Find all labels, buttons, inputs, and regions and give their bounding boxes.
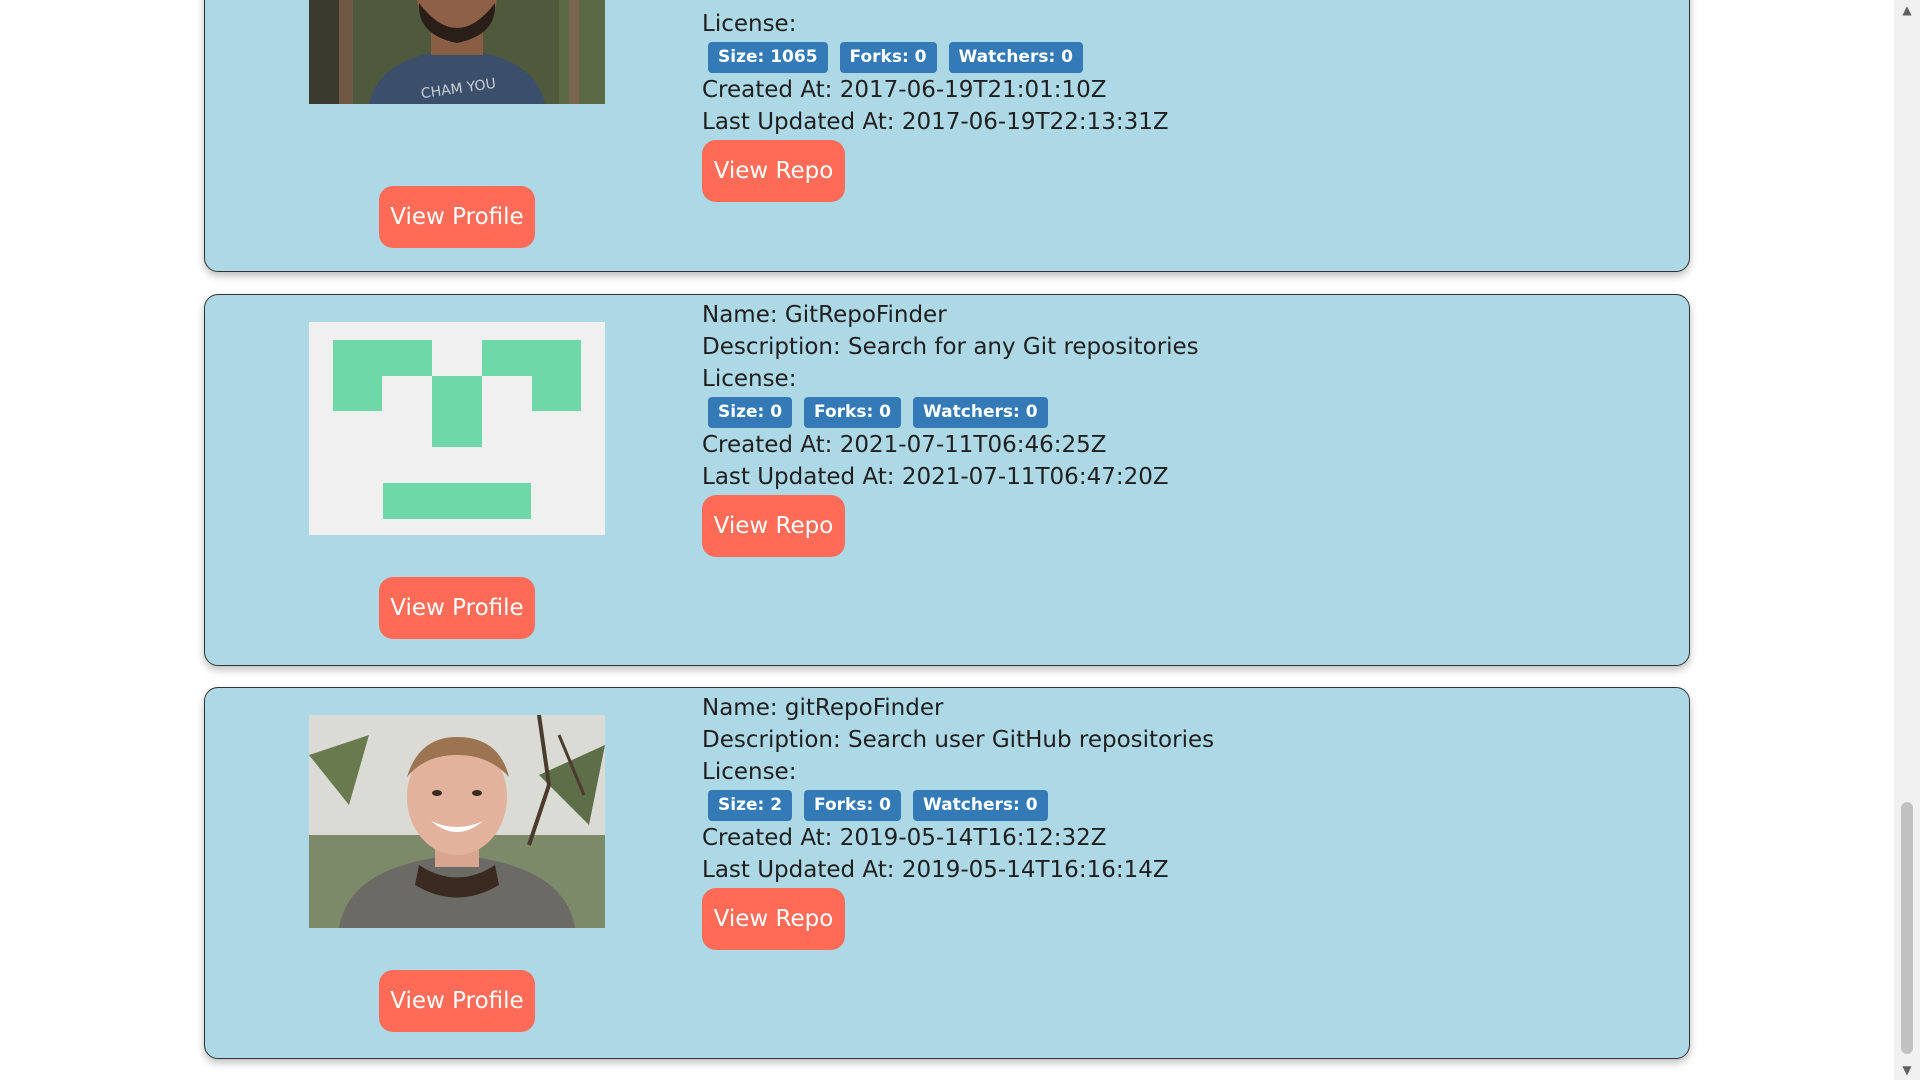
user-avatar xyxy=(309,715,605,928)
repo-info: Name: gitRepoFinder Description: Search … xyxy=(702,692,1602,950)
watchers-badge: Watchers: 0 xyxy=(948,41,1084,73)
repo-stats: Size: 1065 Forks: 0 Watchers: 0 xyxy=(702,41,1602,73)
repo-description: Description: Search for any Git reposito… xyxy=(702,334,1199,360)
size-badge: Size: 2 xyxy=(708,789,793,821)
user-photo-bearded-man-icon: CHAM YOU xyxy=(309,0,605,104)
forks-badge: Forks: 0 xyxy=(804,789,902,821)
size-badge: Size: 0 xyxy=(708,396,793,428)
scrollbar-thumb[interactable] xyxy=(1901,802,1913,1054)
view-profile-button[interactable]: View Profile xyxy=(379,970,535,1032)
page-viewport: CHAM YOU View Profile License: Size: 106… xyxy=(0,0,1920,1080)
repo-created-at: Created At: 2019-05-14T16:12:32Z xyxy=(702,825,1107,851)
watchers-badge: Watchers: 0 xyxy=(913,396,1048,428)
view-profile-button[interactable]: View Profile xyxy=(379,577,535,639)
repo-card: View Profile Name: GitRepoFinder Descrip… xyxy=(204,294,1690,666)
repo-license: License: xyxy=(702,759,797,785)
repo-card: View Profile Name: gitRepoFinder Descrip… xyxy=(204,687,1690,1059)
repo-info: License: Size: 1065 Forks: 0 Watchers: 0… xyxy=(702,8,1602,202)
repo-card: CHAM YOU View Profile License: Size: 106… xyxy=(204,0,1690,272)
vertical-scrollbar[interactable]: ▲ ▼ xyxy=(1894,0,1920,1080)
forks-badge: Forks: 0 xyxy=(804,396,902,428)
repo-stats: Size: 0 Forks: 0 Watchers: 0 xyxy=(702,396,1602,428)
repo-description: Description: Search user GitHub reposito… xyxy=(702,727,1215,753)
repo-info: Name: GitRepoFinder Description: Search … xyxy=(702,299,1602,557)
repo-updated-at: Last Updated At: 2017-06-19T22:13:31Z xyxy=(702,109,1169,135)
watchers-badge: Watchers: 0 xyxy=(913,789,1048,821)
user-photo-smiling-man-icon xyxy=(309,715,605,928)
view-repo-button[interactable]: View Repo xyxy=(702,140,845,202)
repo-created-at: Created At: 2021-07-11T06:46:25Z xyxy=(702,432,1107,458)
repo-updated-at: Last Updated At: 2021-07-11T06:47:20Z xyxy=(702,464,1169,490)
view-repo-button[interactable]: View Repo xyxy=(702,495,845,557)
repo-name: Name: gitRepoFinder xyxy=(702,695,944,721)
repo-license: License: xyxy=(702,11,797,37)
user-avatar: CHAM YOU xyxy=(309,0,605,104)
identicon-green-icon xyxy=(309,322,605,535)
user-avatar xyxy=(309,322,605,535)
scroll-up-arrow-icon[interactable]: ▲ xyxy=(1894,0,1920,20)
scroll-down-arrow-icon[interactable]: ▼ xyxy=(1894,1060,1920,1080)
size-badge: Size: 1065 xyxy=(708,41,828,73)
view-repo-button[interactable]: View Repo xyxy=(702,888,845,950)
repo-name: Name: GitRepoFinder xyxy=(702,302,947,328)
repo-license: License: xyxy=(702,366,797,392)
view-profile-button[interactable]: View Profile xyxy=(379,186,535,248)
forks-badge: Forks: 0 xyxy=(839,41,937,73)
repo-created-at: Created At: 2017-06-19T21:01:10Z xyxy=(702,77,1107,103)
repo-updated-at: Last Updated At: 2019-05-14T16:16:14Z xyxy=(702,857,1169,883)
repo-stats: Size: 2 Forks: 0 Watchers: 0 xyxy=(702,789,1602,821)
